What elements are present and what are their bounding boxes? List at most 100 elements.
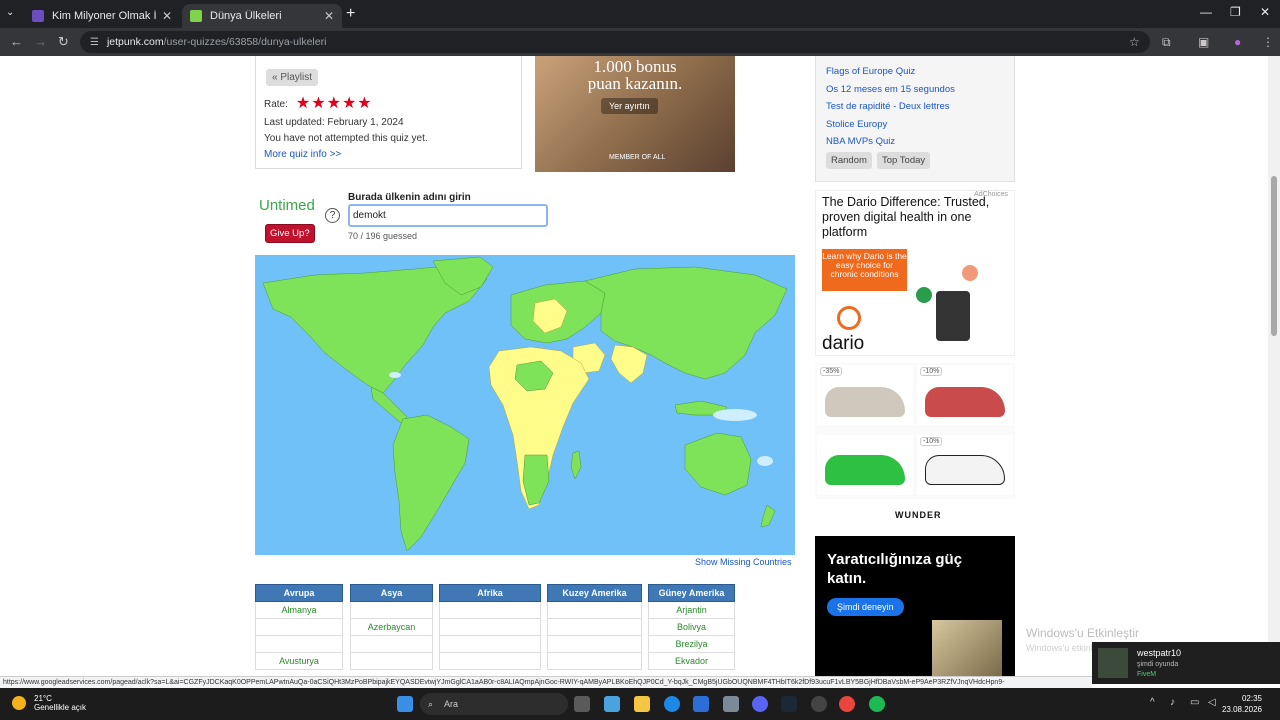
tab-groups-icon[interactable]: ▣: [1198, 35, 1209, 49]
table-cell: [439, 601, 541, 619]
tray-chevron-icon[interactable]: ^: [1150, 697, 1155, 708]
weather-widget[interactable]: 21°C Genellikle açık: [12, 694, 86, 712]
related-quiz-link[interactable]: Test de rapidité - Deux lettres: [826, 101, 950, 112]
ad-headline: The Dario Difference: Trusted, proven di…: [822, 195, 990, 239]
forward-icon[interactable]: →: [34, 34, 47, 49]
attempt-status: You have not attempted this quiz yet.: [264, 133, 428, 144]
minimize-icon[interactable]: —: [1200, 5, 1212, 19]
star-icon[interactable]: ★: [357, 96, 371, 112]
related-quiz-link[interactable]: Stolice Europy: [826, 119, 887, 130]
table-cell: [439, 618, 541, 636]
central-america: [370, 386, 408, 424]
address-bar[interactable]: ☰ jetpunk.com /user-quizzes/63858/dunya-…: [80, 31, 1150, 53]
weather-temp: 21°C: [34, 694, 52, 703]
table-cell: [350, 652, 433, 670]
star-icon[interactable]: ★: [296, 96, 310, 112]
help-icon[interactable]: ?: [325, 208, 340, 223]
search-placeholder: Ara: [444, 699, 459, 709]
tab-dunya-ulkeleri[interactable]: Dünya Ülkeleri ✕: [182, 4, 342, 28]
extensions-icon[interactable]: ⧉: [1162, 35, 1171, 50]
answer-input[interactable]: [348, 204, 548, 227]
page-scrollbar[interactable]: [1268, 56, 1280, 676]
star-icon[interactable]: ★: [327, 96, 341, 112]
microphone-icon[interactable]: ♪: [1170, 697, 1175, 708]
chrome-icon[interactable]: [839, 696, 855, 712]
star-icon[interactable]: ★: [311, 96, 325, 112]
new-tab-button[interactable]: +: [346, 5, 355, 23]
more-info-link[interactable]: More quiz info >>: [264, 149, 341, 160]
ad-cta-button[interactable]: Şimdi deneyin: [827, 598, 904, 616]
task-view-icon[interactable]: [574, 696, 590, 712]
table-cell: [255, 635, 343, 653]
tab-millionaire[interactable]: Kim Milyoner Olmak İster? - Qu ✕: [24, 4, 180, 28]
table-africa: Afrika: [439, 584, 541, 670]
table-cell: Brezilya: [648, 635, 735, 653]
playlist-button[interactable]: « Playlist: [266, 69, 319, 86]
bookmark-star-icon[interactable]: ☆: [1129, 35, 1140, 49]
settings-icon[interactable]: [723, 696, 739, 712]
give-up-button[interactable]: Give Up?: [265, 224, 315, 243]
windows-taskbar: 21°C Genellikle açık ⌕ Ara ^ ♪ ▭ ◁ 02:35…: [0, 688, 1280, 720]
show-missing-link[interactable]: Show Missing Countries: [695, 557, 792, 567]
site-info-icon[interactable]: ☰: [90, 37, 99, 48]
steam-icon[interactable]: [781, 696, 797, 712]
network-icon[interactable]: ▭: [1190, 697, 1199, 708]
shoe-product[interactable]: [817, 435, 913, 495]
shoe-product[interactable]: -10%: [917, 365, 1013, 425]
table-north-america: Kuzey Amerika: [547, 584, 642, 670]
shoe-product[interactable]: -35%: [817, 365, 913, 425]
related-quiz-link[interactable]: Flags of Europe Quiz: [826, 66, 915, 77]
ad-brand: MEMBER OF ALL: [609, 154, 666, 161]
table-europe: Avrupa Almanya Avusturya: [255, 584, 343, 670]
app-icon[interactable]: [811, 696, 827, 712]
spotify-icon[interactable]: [869, 696, 885, 712]
scrollbar-thumb[interactable]: [1271, 176, 1277, 336]
discord-icon[interactable]: [752, 696, 768, 712]
start-icon[interactable]: [397, 696, 413, 712]
widgets-icon[interactable]: [604, 696, 620, 712]
creativity-ad[interactable]: Yaratıcılığınıza güç katın. Şimdi deneyi…: [815, 536, 1015, 676]
star-icon[interactable]: ★: [342, 96, 356, 112]
profile-avatar-icon[interactable]: ●: [1234, 35, 1241, 49]
taskbar-search[interactable]: ⌕ Ara: [420, 693, 568, 715]
column-header: Kuzey Amerika: [547, 584, 642, 602]
back-icon[interactable]: ←: [10, 34, 23, 49]
random-button[interactable]: Random: [826, 152, 872, 169]
shoes-ad[interactable]: -35% -10% -10%: [815, 363, 1015, 499]
pacific-islands: [713, 409, 757, 421]
avatar: [1098, 648, 1128, 678]
table-asia: Asya Azerbaycan: [350, 584, 433, 670]
tab-close-icon[interactable]: ✕: [324, 9, 334, 23]
table-cell: Arjantin: [648, 601, 735, 619]
ad-cta-button[interactable]: Learn why Dario is the easy choice for c…: [822, 249, 907, 291]
url-domain: jetpunk.com: [106, 36, 164, 48]
shoe-product[interactable]: -10%: [917, 435, 1013, 495]
table-cell: [547, 601, 642, 619]
file-explorer-icon[interactable]: [634, 696, 650, 712]
ad-headline: Yaratıcılığınıza güç katın.: [827, 551, 963, 587]
store-icon[interactable]: [693, 696, 709, 712]
rating-stars[interactable]: ★ ★ ★ ★ ★: [296, 96, 372, 112]
close-window-icon[interactable]: ✕: [1260, 5, 1270, 19]
related-quiz-link[interactable]: NBA MVPs Quiz: [826, 136, 895, 147]
hotel-ad[interactable]: 1.000 bonus puan kazanın. Yer ayırtın ME…: [535, 56, 735, 172]
maximize-icon[interactable]: ❐: [1230, 5, 1241, 19]
steam-notification[interactable]: westpatr10 şimdi oyunda FiveM: [1092, 642, 1280, 684]
dario-ad[interactable]: AdChoices The Dario Difference: Trusted,…: [815, 190, 1015, 356]
tab-close-icon[interactable]: ✕: [162, 9, 172, 23]
taskbar-clock[interactable]: 02:35 23.08.2026: [1222, 693, 1262, 715]
pacific-islands: [757, 456, 773, 466]
edge-icon[interactable]: [664, 696, 680, 712]
menu-kebab-icon[interactable]: ⋮: [1262, 35, 1274, 49]
reload-icon[interactable]: ↻: [58, 34, 69, 50]
tab-title: Dünya Ülkeleri: [210, 10, 282, 22]
tab-search-icon[interactable]: ⌄: [6, 7, 14, 18]
volume-icon[interactable]: ◁: [1208, 697, 1216, 708]
related-quiz-link[interactable]: Os 12 meses em 15 segundos: [826, 84, 955, 95]
column-header: Avrupa: [255, 584, 343, 602]
ad-cta-button[interactable]: Yer ayırtın: [601, 98, 658, 114]
page-content: « Playlist Rate: ★ ★ ★ ★ ★ Last updated:…: [0, 56, 1280, 676]
tab-favicon-icon: [190, 10, 202, 22]
top-today-button[interactable]: Top Today: [877, 152, 931, 169]
world-map[interactable]: [255, 255, 795, 555]
